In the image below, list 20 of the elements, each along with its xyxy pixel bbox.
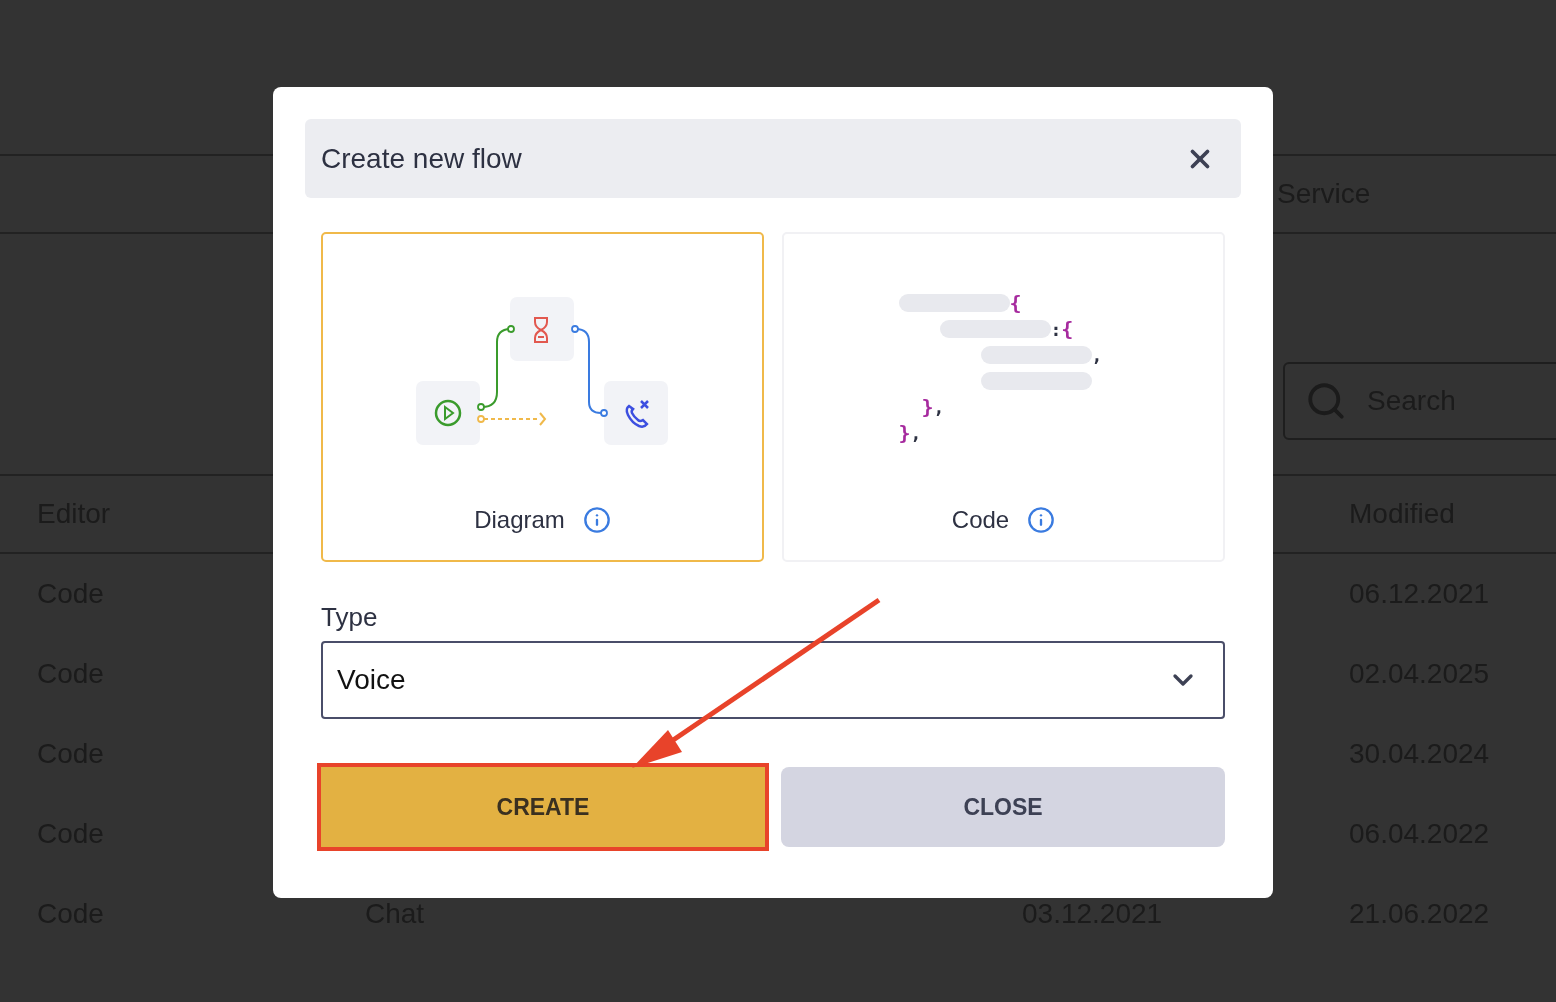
flow-option-card[interactable]: Diagram xyxy=(321,232,764,562)
close-button[interactable]: CLOSE xyxy=(781,767,1225,847)
option-label: Diagram xyxy=(474,506,565,534)
info-icon[interactable] xyxy=(582,506,611,534)
code-punctuation: , xyxy=(1091,344,1103,366)
code-brace: } xyxy=(898,421,911,445)
dialog-title: Create new flow xyxy=(321,142,522,175)
type-select[interactable]: Voice xyxy=(321,641,1225,719)
code-brace: { xyxy=(1009,291,1022,315)
create-button[interactable]: CREATE xyxy=(321,767,765,847)
option-label: Code xyxy=(951,506,1010,534)
code-brace: { xyxy=(1061,317,1074,341)
code-punctuation: , xyxy=(910,422,922,444)
search-icon xyxy=(1305,380,1347,422)
code-punctuation: : xyxy=(1050,318,1062,340)
info-icon[interactable] xyxy=(1027,506,1056,534)
code-brace: } xyxy=(921,395,934,419)
field-label: Type xyxy=(321,602,379,633)
code-punctuation: , xyxy=(933,396,945,418)
flow-option-card[interactable]: { :{ , }, }, Code xyxy=(782,232,1225,562)
